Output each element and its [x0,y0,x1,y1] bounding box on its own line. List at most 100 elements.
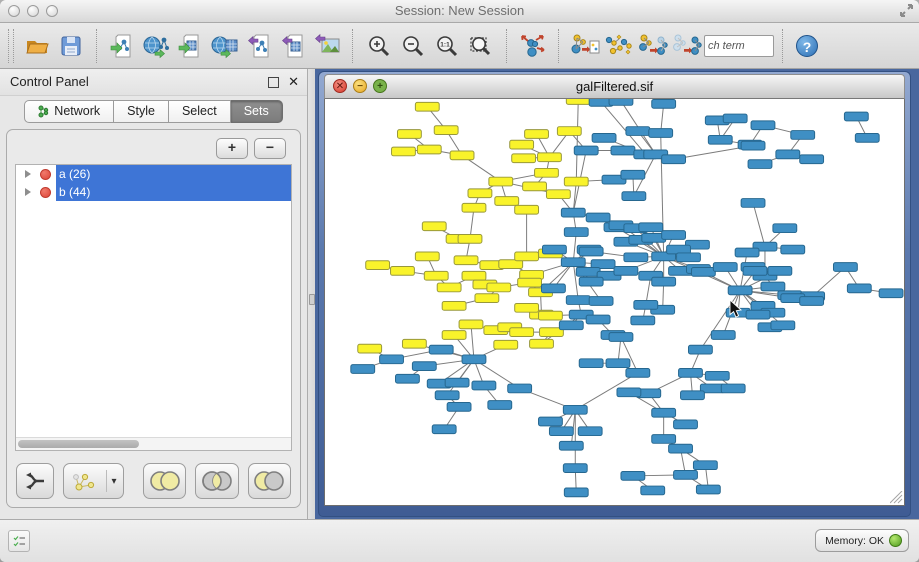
graph-node[interactable] [432,425,456,434]
graph-node[interactable] [621,170,645,179]
set-union-button[interactable] [143,463,186,499]
network-frame-titlebar[interactable]: ✕ − + galFiltered.sif [324,74,905,99]
graph-node[interactable] [649,129,673,138]
graph-node[interactable] [688,345,712,354]
graph-node[interactable] [746,310,770,319]
save-session-button[interactable] [54,27,88,65]
graph-node[interactable] [844,112,868,121]
network-canvas[interactable] [324,99,905,506]
graph-node[interactable] [566,296,590,305]
expand-triangle-icon[interactable] [25,188,31,196]
graph-node[interactable] [579,359,603,368]
graph-node[interactable] [563,405,587,414]
graph-node[interactable] [576,268,600,277]
graph-node[interactable] [530,339,554,348]
graph-node[interactable] [561,208,585,217]
graph-node[interactable] [579,277,603,286]
graph-node[interactable] [624,253,648,262]
graph-node[interactable] [559,321,583,330]
open-file-button[interactable] [20,27,54,65]
graph-node[interactable] [800,155,824,164]
import-table-web-button[interactable] [208,27,242,65]
graph-node[interactable] [450,151,474,160]
graph-node[interactable] [748,160,772,169]
graph-node[interactable] [539,417,563,426]
graph-node[interactable] [434,126,458,135]
graph-node[interactable] [525,130,549,139]
graph-node[interactable] [592,133,616,142]
graph-node[interactable] [510,140,534,149]
graph-node[interactable] [776,150,800,159]
graph-node[interactable] [510,328,534,337]
graph-node[interactable] [674,420,698,429]
graph-node[interactable] [609,99,633,105]
graph-node[interactable] [397,130,421,139]
graph-node[interactable] [542,245,566,254]
graph-node[interactable] [535,168,559,177]
add-set-button[interactable]: + [216,138,248,159]
graph-node[interactable] [488,401,512,410]
graph-node[interactable] [445,378,469,387]
close-panel-icon[interactable]: ✕ [288,73,299,91]
import-network-web-button[interactable] [140,27,174,65]
remove-set-button[interactable]: − [254,138,286,159]
graph-node[interactable] [462,203,486,212]
graph-node[interactable] [761,282,785,291]
graph-node[interactable] [487,283,511,292]
graph-node[interactable] [751,121,775,130]
graph-node[interactable] [538,153,562,162]
graph-node[interactable] [557,127,581,136]
graph-node[interactable] [546,190,570,199]
graph-node[interactable] [564,228,588,237]
graph-node[interactable] [508,384,532,393]
show-all-button[interactable] [670,27,704,65]
graph-node[interactable] [652,408,676,417]
graph-node[interactable] [523,182,547,191]
set-intersection-button[interactable] [195,463,238,499]
graph-node[interactable] [693,461,717,470]
graph-node[interactable] [495,197,519,206]
select-nodes-button[interactable] [602,27,636,65]
graph-node[interactable] [392,147,416,156]
graph-node[interactable] [437,283,461,292]
graph-node[interactable] [454,256,478,265]
graph-node[interactable] [518,278,542,287]
graph-node[interactable] [358,344,382,353]
export-network-button[interactable] [242,27,276,65]
graph-node[interactable] [773,224,797,233]
graph-node[interactable] [771,321,795,330]
graph-node[interactable] [621,471,645,480]
graph-node[interactable] [696,485,720,494]
list-item[interactable]: a (26) [16,165,291,183]
graph-node[interactable] [721,384,745,393]
graph-node[interactable] [879,289,903,298]
graph-node[interactable] [515,205,539,214]
graph-node[interactable] [515,252,539,261]
horizontal-scrollbar[interactable] [16,437,291,450]
graph-node[interactable] [442,331,466,340]
graph-node[interactable] [447,403,471,412]
network-from-selection-button[interactable] [568,27,602,65]
graph-node[interactable] [563,464,587,473]
graph-node[interactable] [424,271,448,280]
graph-node[interactable] [415,252,439,261]
memory-status-button[interactable]: Memory: OK [815,529,909,552]
graph-node[interactable] [711,331,735,340]
graph-node[interactable] [639,223,663,232]
graph-node[interactable] [662,231,686,240]
scrollbar-thumb[interactable] [18,440,139,448]
graph-node[interactable] [458,234,482,243]
graph-node[interactable] [800,297,824,306]
graph-node[interactable] [475,294,499,303]
task-history-button[interactable] [8,530,30,552]
expand-triangle-icon[interactable] [25,170,31,178]
graph-node[interactable] [735,248,759,257]
apply-layout-button[interactable] [516,27,550,65]
tab-select[interactable]: Select [169,100,231,123]
graph-node[interactable] [462,271,486,280]
chevron-down-icon[interactable]: ▾ [112,476,117,487]
graph-node[interactable] [586,315,610,324]
zoom-out-button[interactable] [396,27,430,65]
graph-node[interactable] [472,381,496,390]
zoom-fit-selected-button[interactable] [464,27,498,65]
